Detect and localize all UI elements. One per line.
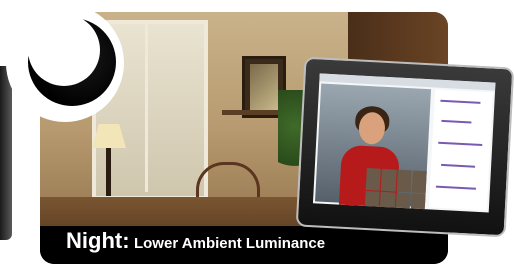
participant-thumbnails: [364, 168, 427, 213]
whiteboard-scribble: [441, 119, 472, 124]
caption: Night: Lower Ambient Luminance: [66, 230, 325, 252]
thumbnail: [380, 168, 397, 192]
thumbnail: [364, 190, 380, 213]
whiteboard-scribble: [441, 163, 476, 168]
lamp-stem: [106, 148, 111, 196]
thumbnail: [395, 192, 411, 213]
caption-subtitle: Lower Ambient Luminance: [133, 235, 326, 252]
partial-device-edge: [0, 66, 12, 240]
illustration-canvas: Night: Lower Ambient Luminance: [0, 0, 514, 272]
whiteboard-panel: [428, 89, 493, 211]
crescent-moon-icon: [28, 14, 116, 106]
thumbnail: [365, 168, 382, 191]
thumbnail: [410, 192, 426, 213]
whiteboard-scribble: [435, 185, 476, 190]
video-call-panel: [315, 83, 432, 213]
tablet-device: [295, 56, 514, 238]
thumbnail: [379, 191, 396, 213]
caption-lead: Night:: [66, 228, 130, 253]
picture: [250, 64, 278, 110]
moon-badge: [6, 4, 124, 122]
whiteboard-scribble: [440, 99, 481, 104]
participant-head: [358, 111, 386, 145]
moon-cutout: [28, 14, 100, 86]
thumbnail: [411, 170, 427, 193]
thumbnail: [396, 169, 412, 192]
window-mullion: [145, 20, 148, 192]
whiteboard-scribble: [438, 141, 483, 147]
tablet-screen: [312, 73, 496, 213]
